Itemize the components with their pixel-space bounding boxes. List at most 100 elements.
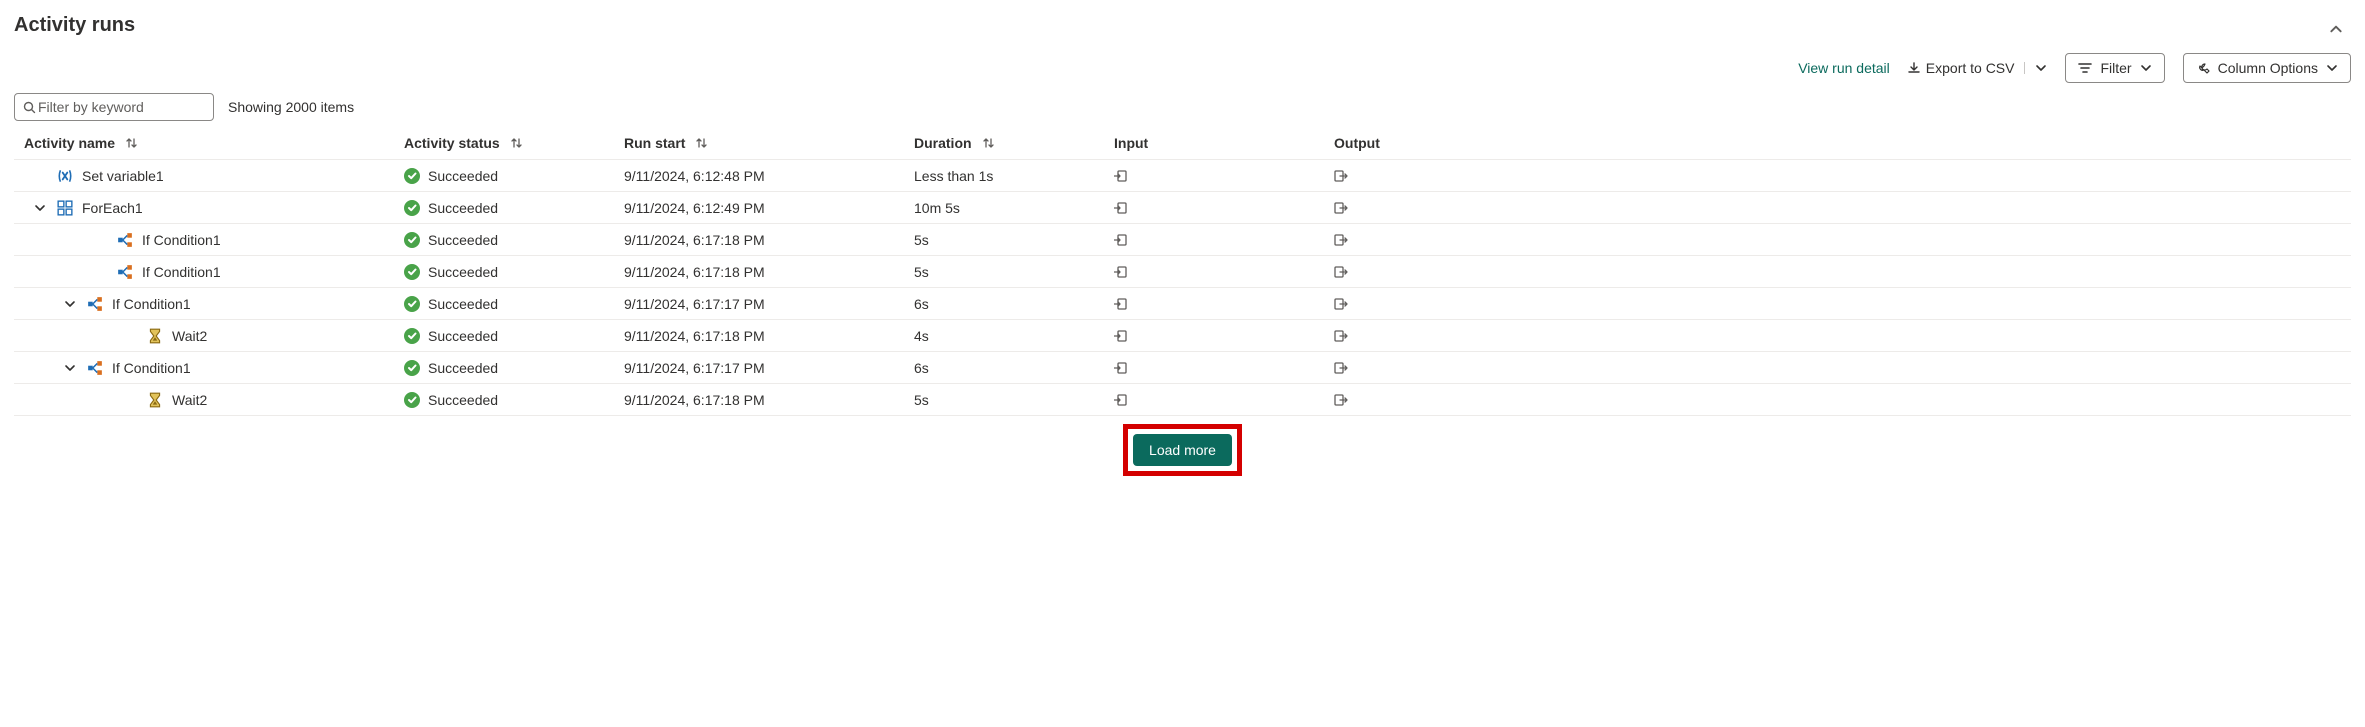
status-text: Succeeded	[428, 264, 498, 280]
cell-output	[1334, 329, 1514, 343]
input-icon[interactable]	[1114, 169, 1128, 183]
cell-activity-name: ForEach1	[24, 199, 404, 217]
input-icon[interactable]	[1114, 361, 1128, 375]
output-icon[interactable]	[1334, 361, 1348, 375]
cell-input	[1114, 361, 1334, 375]
chevron-down-icon	[2326, 62, 2338, 74]
cell-run-start: 9/11/2024, 6:17:18 PM	[624, 264, 914, 280]
column-header-output-label: Output	[1334, 135, 1380, 151]
column-header-start-label: Run start	[624, 135, 685, 151]
cell-status: Succeeded	[404, 264, 624, 280]
item-count-label: Showing 2000 items	[228, 99, 354, 115]
output-icon[interactable]	[1334, 233, 1348, 247]
table-row[interactable]: Wait2Succeeded9/11/2024, 6:17:18 PM4s	[14, 320, 2351, 352]
highlight-annotation: Load more	[1123, 424, 1242, 476]
cell-input	[1114, 201, 1334, 215]
cell-run-start: 9/11/2024, 6:17:18 PM	[624, 232, 914, 248]
table-row[interactable]: If Condition1Succeeded9/11/2024, 6:17:17…	[14, 288, 2351, 320]
column-header-input-label: Input	[1114, 135, 1148, 151]
success-icon	[404, 264, 420, 280]
cell-output	[1334, 393, 1514, 407]
cell-status: Succeeded	[404, 168, 624, 184]
input-icon[interactable]	[1114, 201, 1128, 215]
success-icon	[404, 328, 420, 344]
table-row[interactable]: ForEach1Succeeded9/11/2024, 6:12:49 PM10…	[14, 192, 2351, 224]
view-run-detail-link[interactable]: View run detail	[1798, 60, 1890, 76]
cell-output	[1334, 169, 1514, 183]
status-text: Succeeded	[428, 360, 498, 376]
cell-run-start: 9/11/2024, 6:17:18 PM	[624, 328, 914, 344]
expand-toggle[interactable]	[32, 202, 48, 214]
export-csv-dropdown[interactable]	[2024, 62, 2047, 74]
output-icon[interactable]	[1334, 201, 1348, 215]
wait-icon	[146, 391, 164, 409]
status-text: Succeeded	[428, 168, 498, 184]
output-icon[interactable]	[1334, 393, 1348, 407]
column-options-button[interactable]: Column Options	[2183, 53, 2351, 83]
condition-icon	[116, 263, 134, 281]
column-header-input[interactable]: Input	[1114, 135, 1334, 151]
input-icon[interactable]	[1114, 233, 1128, 247]
filter-button[interactable]: Filter	[2065, 53, 2164, 83]
cell-output	[1334, 233, 1514, 247]
column-header-duration-label: Duration	[914, 135, 972, 151]
success-icon	[404, 392, 420, 408]
cell-run-start: 9/11/2024, 6:12:49 PM	[624, 200, 914, 216]
table-header: Activity name Activity status Run start …	[14, 127, 2351, 160]
cell-input	[1114, 297, 1334, 311]
table-row[interactable]: Wait2Succeeded9/11/2024, 6:17:18 PM5s	[14, 384, 2351, 416]
filter-icon	[2078, 61, 2092, 75]
cell-output	[1334, 265, 1514, 279]
condition-icon	[86, 295, 104, 313]
column-header-start[interactable]: Run start	[624, 135, 914, 151]
collapse-panel-toggle[interactable]	[2321, 18, 2351, 40]
input-icon[interactable]	[1114, 393, 1128, 407]
success-icon	[404, 360, 420, 376]
chevron-down-icon	[2140, 62, 2152, 74]
cell-status: Succeeded	[404, 200, 624, 216]
output-icon[interactable]	[1334, 297, 1348, 311]
output-icon[interactable]	[1334, 265, 1348, 279]
load-more-button[interactable]: Load more	[1133, 434, 1232, 466]
input-icon[interactable]	[1114, 329, 1128, 343]
export-csv-button[interactable]: Export to CSV	[1908, 60, 2048, 76]
cell-duration: 6s	[914, 296, 1114, 312]
filter-keyword-input[interactable]	[36, 98, 205, 116]
condition-icon	[86, 359, 104, 377]
input-icon[interactable]	[1114, 297, 1128, 311]
status-text: Succeeded	[428, 200, 498, 216]
filter-keyword-input-wrap[interactable]	[14, 93, 214, 121]
download-icon	[1908, 62, 1920, 74]
expand-toggle[interactable]	[62, 362, 78, 374]
column-header-name[interactable]: Activity name	[24, 135, 404, 151]
output-icon[interactable]	[1334, 329, 1348, 343]
input-icon[interactable]	[1114, 265, 1128, 279]
cell-input	[1114, 265, 1334, 279]
cell-run-start: 9/11/2024, 6:17:18 PM	[624, 392, 914, 408]
output-icon[interactable]	[1334, 169, 1348, 183]
wrench-icon	[2196, 61, 2210, 75]
cell-duration: 5s	[914, 392, 1114, 408]
cell-activity-name: Set variable1	[24, 167, 404, 185]
cell-duration: 5s	[914, 264, 1114, 280]
cell-status: Succeeded	[404, 328, 624, 344]
activity-name-text: If Condition1	[142, 232, 221, 248]
cell-status: Succeeded	[404, 392, 624, 408]
table-row[interactable]: If Condition1 Succeeded 9/11/2024, 6:17:18…	[14, 256, 2351, 288]
table-row[interactable]: If Condition1Succeeded9/11/2024, 6:17:17…	[14, 352, 2351, 384]
table-row[interactable]: If Condition1Succeeded9/11/2024, 6:17:18…	[14, 224, 2351, 256]
activity-name-text: If Condition1	[142, 264, 221, 280]
cell-duration: Less than 1s	[914, 168, 1114, 184]
expand-toggle[interactable]	[62, 298, 78, 310]
cell-activity-name: If Condition1	[24, 231, 404, 249]
column-header-status[interactable]: Activity status	[404, 135, 624, 151]
sort-icon	[982, 137, 995, 149]
table-row[interactable]: Set variable1Succeeded9/11/2024, 6:12:48…	[14, 160, 2351, 192]
column-header-duration[interactable]: Duration	[914, 135, 1114, 151]
column-header-output[interactable]: Output	[1334, 135, 1514, 151]
activity-runs-table: Activity name Activity status Run start …	[14, 127, 2351, 416]
cell-input	[1114, 393, 1334, 407]
activity-name-text: If Condition1	[112, 296, 191, 312]
sort-icon	[695, 137, 708, 149]
cell-activity-name: If Condition1	[24, 359, 404, 377]
